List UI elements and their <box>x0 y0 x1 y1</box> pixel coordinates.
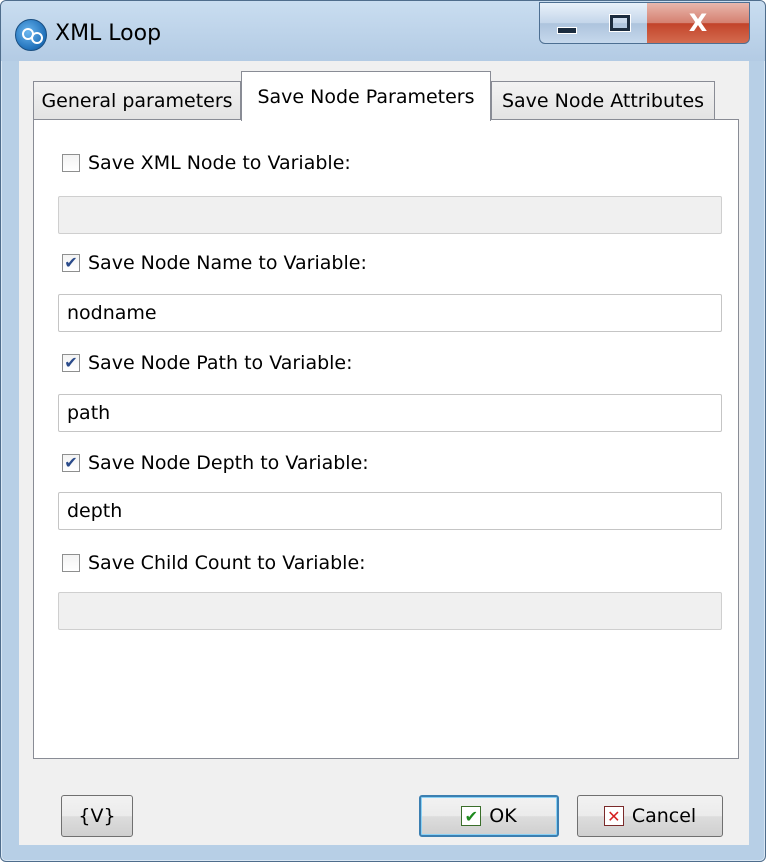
title-bar[interactable]: XML Loop X <box>1 1 765 61</box>
option-save-node-depth[interactable]: ✔ Save Node Depth to Variable: <box>62 452 369 474</box>
option-save-node-path[interactable]: ✔ Save Node Path to Variable: <box>62 352 353 374</box>
option-save-node-name[interactable]: ✔ Save Node Name to Variable: <box>62 252 367 274</box>
save-node-depth-checkbox[interactable]: ✔ <box>62 454 80 472</box>
save-node-path-field[interactable]: path <box>58 394 722 432</box>
app-icon <box>15 19 47 51</box>
tab-panel: Save XML Node to Variable: ✔ Save Node N… <box>33 119 739 759</box>
save-node-name-label: Save Node Name to Variable: <box>88 252 367 274</box>
save-node-name-field[interactable]: nodname <box>58 294 722 332</box>
cancel-x-icon: ✕ <box>603 806 624 826</box>
option-save-child-count[interactable]: Save Child Count to Variable: <box>62 552 366 574</box>
variables-button[interactable]: {V} <box>61 795 133 837</box>
save-xml-node-checkbox[interactable] <box>62 154 80 172</box>
save-xml-node-field[interactable] <box>58 196 722 234</box>
window-title: XML Loop <box>55 21 162 46</box>
maximize-icon <box>610 15 630 31</box>
minimize-button[interactable] <box>539 2 595 44</box>
dialog-body: General parameters Save Node Parameters … <box>19 61 749 845</box>
tab-general-parameters[interactable]: General parameters <box>33 81 241 119</box>
ok-label: OK <box>489 805 517 827</box>
maximize-button[interactable] <box>593 2 648 44</box>
save-child-count-label: Save Child Count to Variable: <box>88 552 366 574</box>
close-icon: X <box>688 9 708 37</box>
option-save-xml-node[interactable]: Save XML Node to Variable: <box>62 152 351 174</box>
cancel-label: Cancel <box>631 805 697 827</box>
save-node-path-label: Save Node Path to Variable: <box>88 352 353 374</box>
save-node-name-checkbox[interactable]: ✔ <box>62 254 80 272</box>
tab-save-node-attributes[interactable]: Save Node Attributes <box>491 81 715 119</box>
cancel-button[interactable]: ✕ Cancel <box>577 795 723 837</box>
save-node-depth-label: Save Node Depth to Variable: <box>88 452 369 474</box>
save-node-depth-field[interactable]: depth <box>58 492 722 530</box>
close-button[interactable]: X <box>647 2 750 44</box>
ok-button[interactable]: ✔ OK <box>419 795 559 837</box>
save-child-count-checkbox[interactable] <box>62 554 80 572</box>
save-xml-node-label: Save XML Node to Variable: <box>88 152 351 174</box>
minimize-icon <box>557 26 577 34</box>
tab-save-node-parameters[interactable]: Save Node Parameters <box>241 71 491 121</box>
save-child-count-field[interactable] <box>58 592 722 630</box>
xml-loop-dialog: XML Loop X General parameters Save Node … <box>0 0 766 862</box>
check-icon: ✔ <box>461 806 482 826</box>
save-node-path-checkbox[interactable]: ✔ <box>62 354 80 372</box>
